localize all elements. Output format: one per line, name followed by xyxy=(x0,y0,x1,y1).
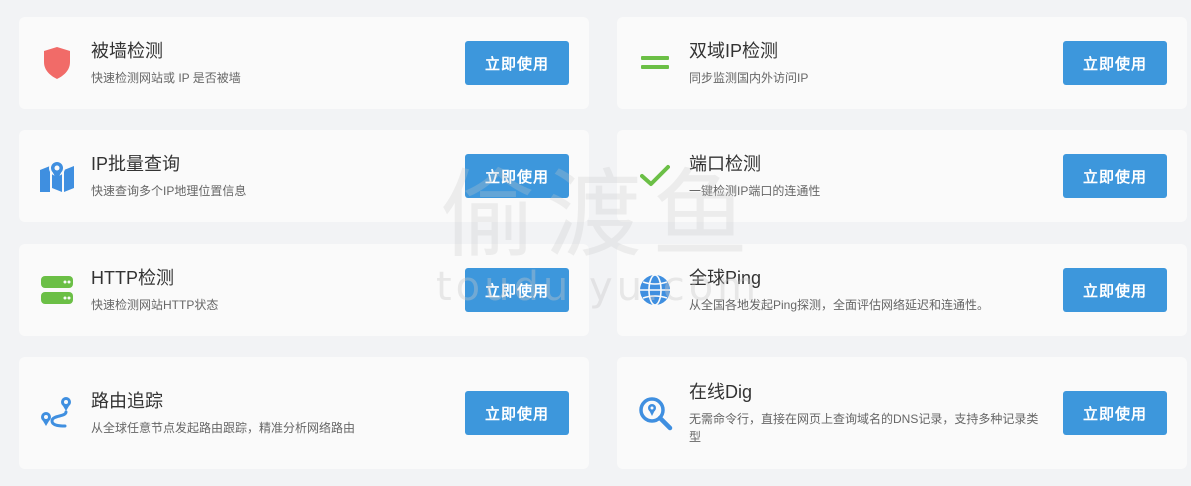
tool-title: 被墙检测 xyxy=(91,41,163,61)
use-now-button[interactable]: 立即使用 xyxy=(465,268,569,312)
use-now-button[interactable]: 立即使用 xyxy=(1063,154,1167,198)
use-now-button[interactable]: 立即使用 xyxy=(1063,268,1167,312)
search-location-icon xyxy=(635,393,675,433)
tool-desc: 快速检测网站或 IP 是否被墙 xyxy=(91,71,241,85)
route-icon xyxy=(37,393,77,433)
use-now-button[interactable]: 立即使用 xyxy=(1063,41,1167,85)
use-now-button[interactable]: 立即使用 xyxy=(465,391,569,435)
tool-card-ip-batch-query: IP批量查询 快速查询多个IP地理位置信息 立即使用 xyxy=(19,130,589,222)
tool-card-online-dig: 在线Dig 无需命令行，直接在网页上查询域名的DNS记录，支持多种记录类型 立即… xyxy=(617,357,1187,469)
tool-title: HTTP检测 xyxy=(91,268,174,288)
tool-desc: 同步监测国内外访问IP xyxy=(689,71,809,85)
tool-card-global-ping: 全球Ping 从全国各地发起Ping探测，全面评估网络延迟和连通性。 立即使用 xyxy=(617,244,1187,336)
equals-icon xyxy=(635,43,675,83)
tool-card-http-check: HTTP检测 快速检测网站HTTP状态 立即使用 xyxy=(19,244,589,336)
shield-icon xyxy=(37,43,77,83)
use-now-button[interactable]: 立即使用 xyxy=(1063,391,1167,435)
use-now-button[interactable]: 立即使用 xyxy=(465,41,569,85)
tool-card-dual-ip-check: 双域IP检测 同步监测国内外访问IP 立即使用 xyxy=(617,17,1187,109)
tool-title: 路由追踪 xyxy=(91,391,163,411)
tool-title: IP批量查询 xyxy=(91,154,181,174)
tool-card-port-check: 端口检测 一键检测IP端口的连通性 立即使用 xyxy=(617,130,1187,222)
map-icon xyxy=(37,156,77,196)
tool-title: 全球Ping xyxy=(689,268,762,288)
tool-title: 端口检测 xyxy=(689,154,761,174)
tool-desc: 快速查询多个IP地理位置信息 xyxy=(91,184,247,198)
use-now-button[interactable]: 立即使用 xyxy=(465,154,569,198)
tool-desc: 从全球任意节点发起路由跟踪，精准分析网络路由 xyxy=(91,421,356,435)
server-icon xyxy=(37,270,77,310)
tool-card-wall-check: 被墙检测 快速检测网站或 IP 是否被墙 立即使用 xyxy=(19,17,589,109)
check-icon xyxy=(635,156,675,196)
tool-title: 在线Dig xyxy=(689,382,753,402)
tool-desc: 一键检测IP端口的连通性 xyxy=(689,184,821,198)
tool-title: 双域IP检测 xyxy=(689,41,779,61)
tool-desc: 快速检测网站HTTP状态 xyxy=(91,298,219,312)
globe-icon xyxy=(635,270,675,310)
tool-desc: 从全国各地发起Ping探测，全面评估网络延迟和连通性。 xyxy=(689,298,990,312)
tool-card-traceroute: 路由追踪 从全球任意节点发起路由跟踪，精准分析网络路由 立即使用 xyxy=(19,357,589,469)
tool-desc: 无需命令行，直接在网页上查询域名的DNS记录，支持多种记录类型 xyxy=(689,412,1039,444)
